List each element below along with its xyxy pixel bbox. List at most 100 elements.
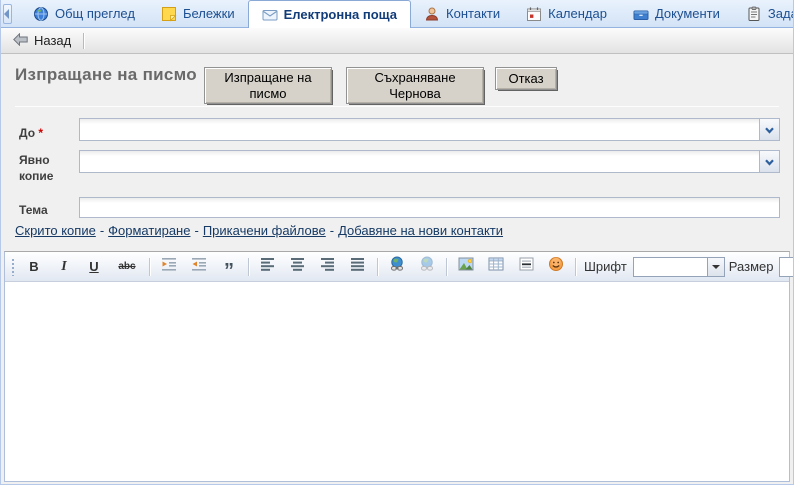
emoticon-button[interactable] — [544, 256, 568, 278]
to-dropdown-trigger[interactable] — [759, 119, 779, 140]
tab-contacts[interactable]: Контакти — [411, 0, 513, 27]
blockquote-icon: ” — [224, 258, 234, 276]
insert-table-button[interactable] — [484, 256, 508, 278]
tab-scroll-left-button[interactable] — [3, 4, 12, 24]
cancel-button[interactable]: Отказ — [495, 67, 557, 90]
link-icon — [389, 256, 405, 277]
toolbar-separator — [377, 258, 378, 276]
align-right-icon — [321, 258, 335, 276]
tab-label: Бележки — [183, 6, 235, 21]
toolbar-separator — [248, 258, 249, 276]
justify-icon — [351, 258, 365, 276]
tab-notes[interactable]: Бележки — [148, 0, 248, 27]
tasks-icon — [746, 6, 762, 22]
tab-overview[interactable]: Общ преглед — [20, 0, 148, 27]
tabs: Общ преглед Бележки Електронна поща Конт… — [20, 0, 794, 27]
back-arrow-icon — [13, 33, 28, 49]
tab-label: Контакти — [446, 6, 500, 21]
link-separator: - — [326, 223, 338, 238]
tab-label: Календар — [548, 6, 607, 21]
editor-toolbar: B I U abc ” — [5, 252, 789, 282]
tab-calendar[interactable]: Календар — [513, 0, 620, 27]
align-left-button[interactable] — [256, 256, 280, 278]
note-icon — [161, 6, 177, 22]
caret-down-icon — [712, 265, 720, 273]
required-marker: * — [38, 126, 43, 140]
strikethrough-button[interactable]: abc — [112, 256, 142, 278]
formatting-link[interactable]: Форматиране — [108, 223, 190, 238]
size-label: Размер — [729, 259, 774, 274]
indent-button[interactable] — [187, 256, 211, 278]
link-separator: - — [96, 223, 108, 238]
cc-dropdown-trigger[interactable] — [759, 151, 779, 172]
save-draft-button[interactable]: Съхраняване Чернова — [346, 67, 484, 104]
toolbar-separator — [83, 33, 84, 49]
toolbar-separator — [446, 258, 447, 276]
page-title: Изпращане на писмо — [15, 64, 205, 85]
insert-image-button[interactable] — [454, 256, 478, 278]
tab-email[interactable]: Електронна поща — [248, 0, 411, 28]
cc-combobox — [79, 150, 780, 173]
rich-text-editor: B I U abc ” — [4, 251, 790, 482]
horizontal-rule-button[interactable] — [514, 256, 538, 278]
image-icon — [458, 257, 474, 276]
to-input[interactable] — [80, 119, 759, 140]
add-contacts-link[interactable]: Добавяне на нови контакти — [338, 223, 503, 238]
tab-documents[interactable]: Документи — [620, 0, 733, 27]
blockquote-button[interactable]: ” — [217, 256, 241, 278]
unlink-icon — [419, 256, 435, 277]
italic-button[interactable]: I — [52, 256, 76, 278]
link-separator: - — [190, 223, 202, 238]
editor-body — [5, 282, 789, 481]
to-label: До * — [19, 125, 43, 141]
subject-label: Тема — [19, 202, 48, 218]
title-divider — [15, 106, 779, 107]
bold-icon: B — [29, 259, 38, 274]
underline-button[interactable]: U — [82, 256, 106, 278]
send-button[interactable]: Изпращане на писмо — [204, 67, 332, 104]
font-dropdown-button[interactable] — [707, 257, 725, 277]
mail-icon — [262, 7, 278, 23]
font-combobox — [633, 257, 725, 277]
outdent-button[interactable] — [157, 256, 181, 278]
table-icon — [488, 257, 504, 276]
message-body-input[interactable] — [5, 282, 789, 481]
main-tabbar: Общ преглед Бележки Електронна поща Конт… — [0, 0, 794, 28]
back-toolbar: Назад — [1, 28, 793, 54]
mail-app-window: Общ преглед Бележки Електронна поща Конт… — [0, 0, 794, 485]
align-left-icon — [261, 258, 275, 276]
remove-link-button[interactable] — [415, 256, 439, 278]
back-label: Назад — [34, 33, 71, 48]
insert-link-button[interactable] — [385, 256, 409, 278]
outdent-icon — [161, 257, 177, 276]
justify-button[interactable] — [346, 256, 370, 278]
cc-input[interactable] — [80, 151, 759, 172]
toolbar-separator — [149, 258, 150, 276]
subject-input[interactable] — [79, 197, 780, 218]
align-center-button[interactable] — [286, 256, 310, 278]
toolbar-separator — [575, 258, 576, 276]
tab-label: Задачи — [768, 6, 794, 21]
horizontal-rule-icon — [519, 257, 534, 276]
chevron-down-icon — [765, 153, 774, 171]
font-label: Шрифт — [584, 259, 627, 274]
bold-button[interactable]: B — [22, 256, 46, 278]
tab-tasks[interactable]: Задачи — [733, 0, 794, 27]
bcc-link[interactable]: Скрито копие — [15, 223, 96, 238]
align-right-button[interactable] — [316, 256, 340, 278]
font-input[interactable] — [633, 257, 707, 277]
indent-icon — [191, 257, 207, 276]
tab-label: Документи — [655, 6, 720, 21]
documents-icon — [633, 6, 649, 22]
back-button[interactable]: Назад — [9, 31, 75, 51]
toolbar-drag-handle-icon[interactable] — [11, 258, 15, 276]
attachments-link[interactable]: Прикачени файлове — [203, 223, 326, 238]
size-input[interactable] — [779, 257, 794, 277]
tab-label: Общ преглед — [55, 6, 135, 21]
chevron-down-icon — [765, 121, 774, 139]
compose-links: Скрито копие-Форматиране-Прикачени файло… — [15, 223, 503, 238]
smiley-icon — [548, 256, 564, 277]
italic-icon: I — [61, 259, 66, 275]
tab-label: Електронна поща — [284, 7, 397, 22]
contact-icon — [424, 6, 440, 22]
